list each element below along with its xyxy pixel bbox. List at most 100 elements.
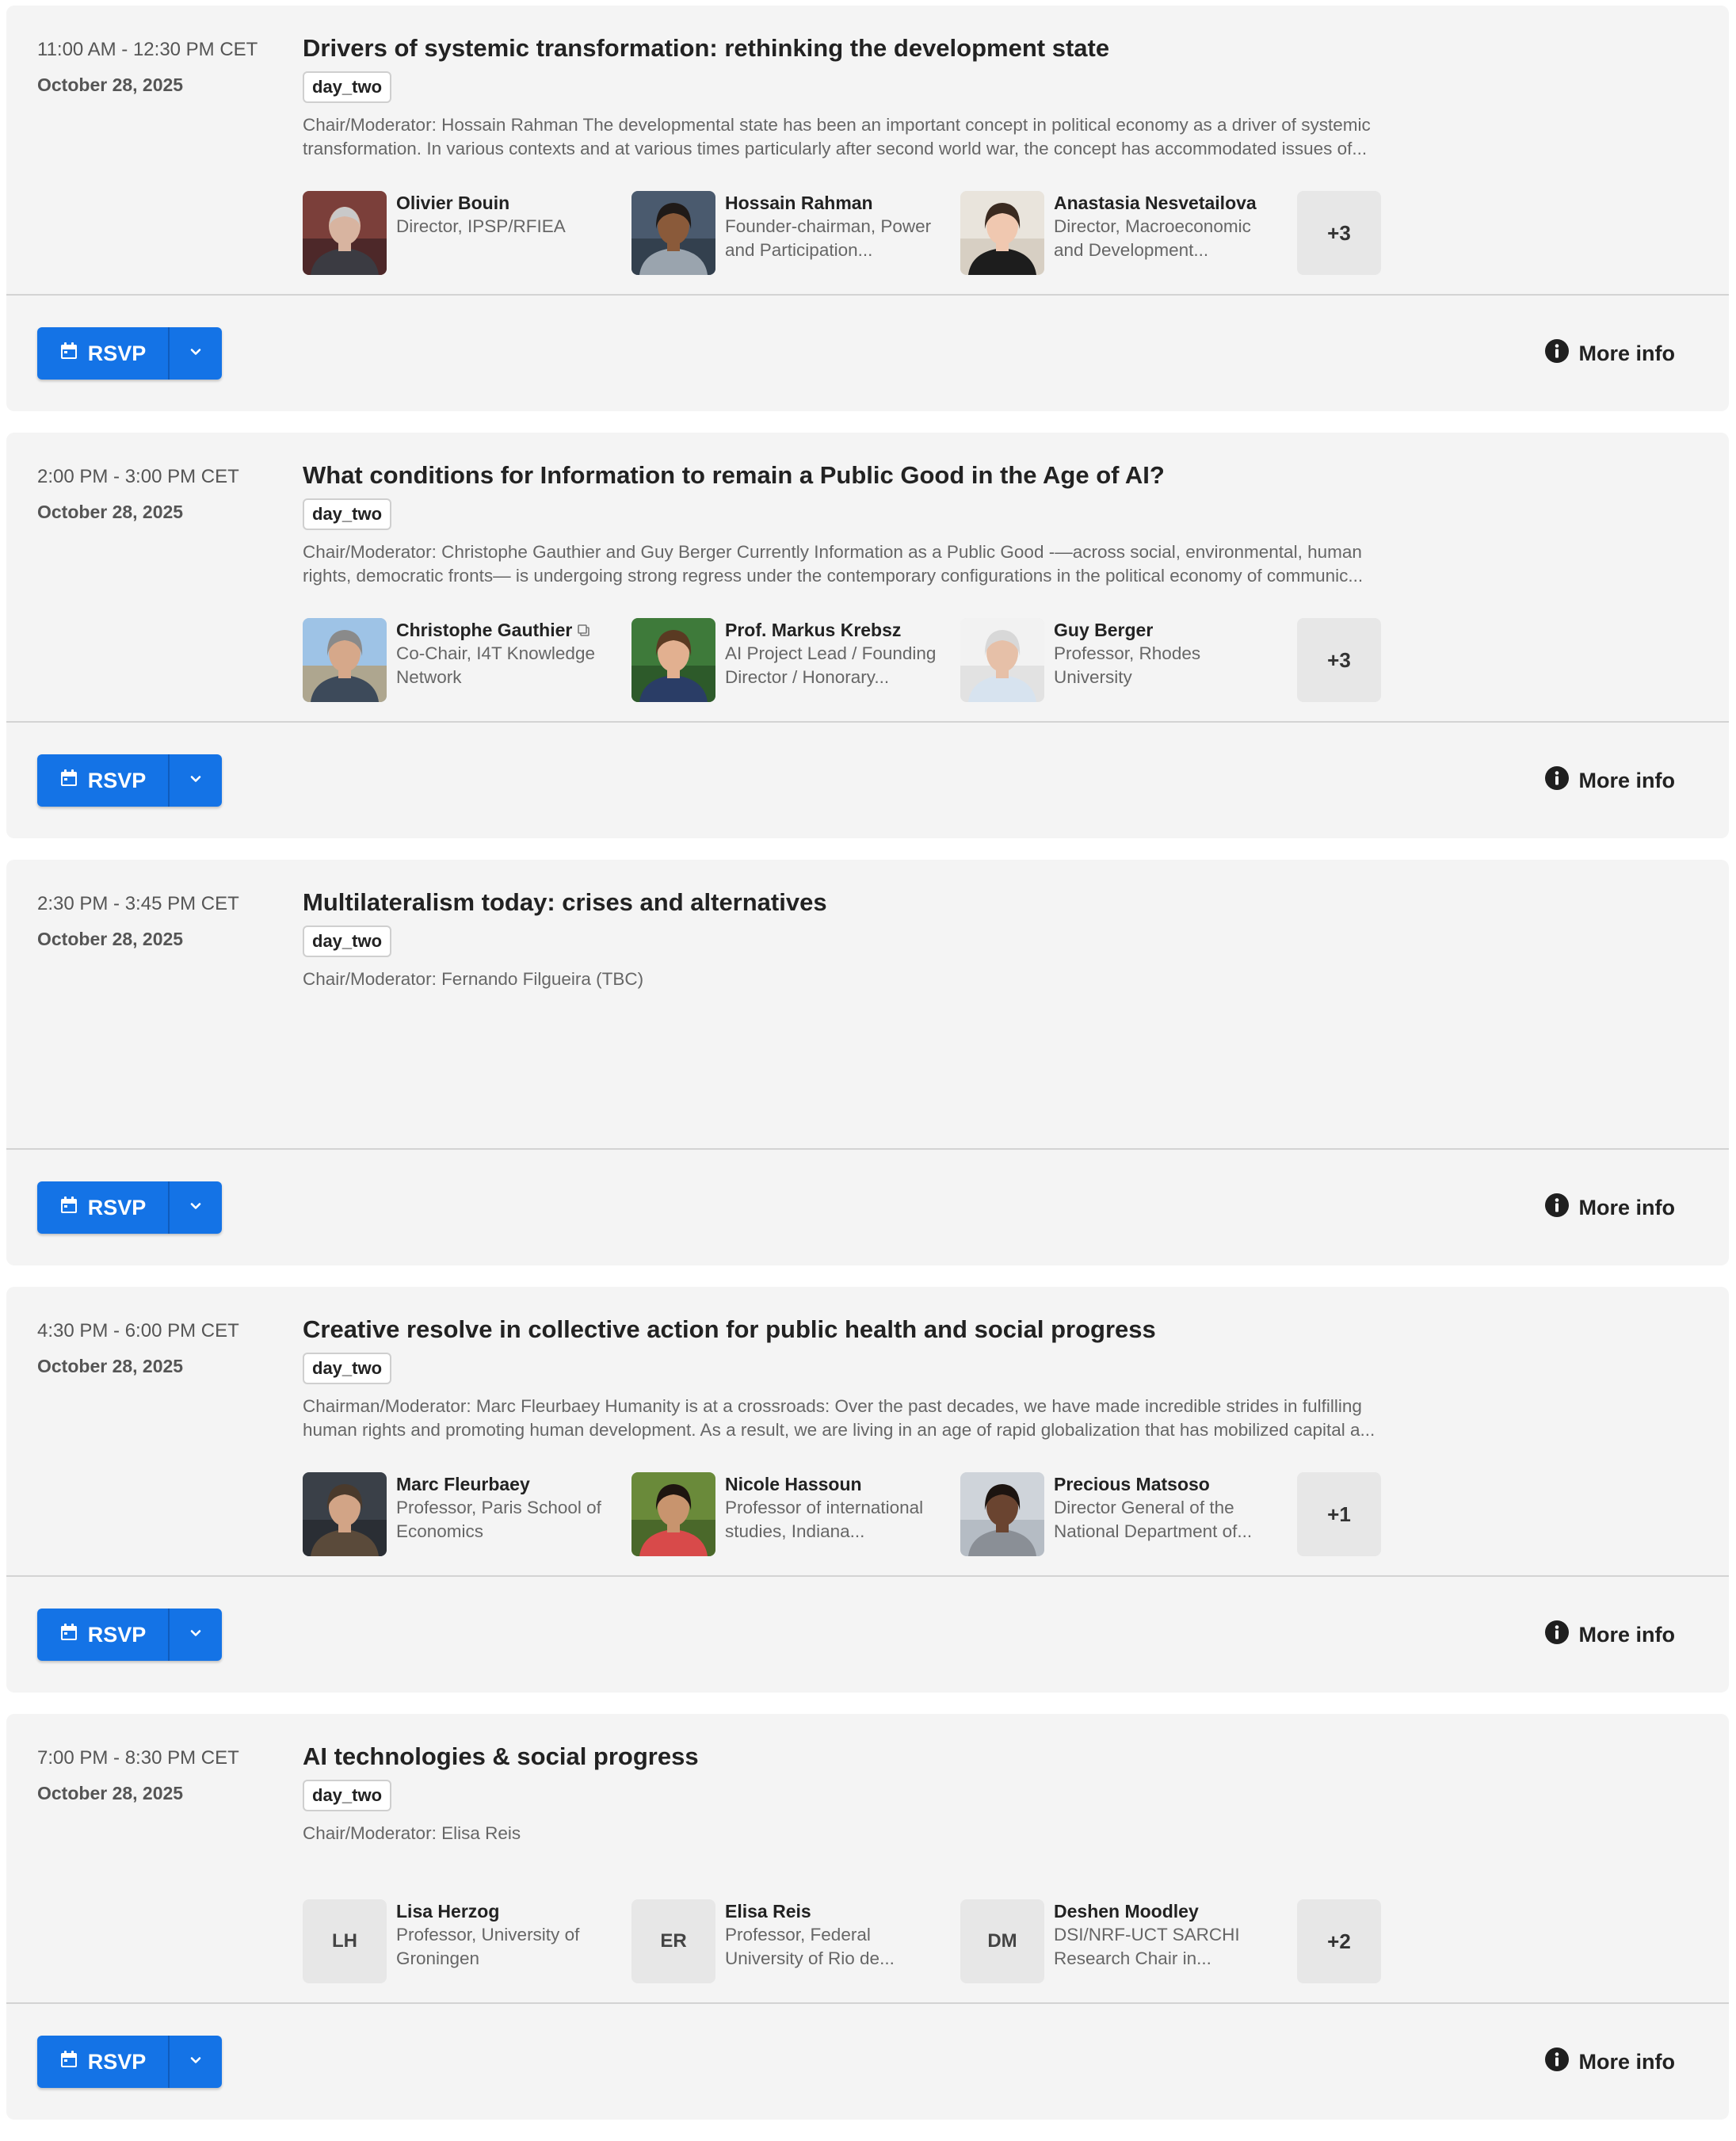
session-description: Chair/Moderator: Fernando Filgueira (TBC…: [303, 969, 644, 989]
session-title[interactable]: What conditions for Information to remai…: [303, 460, 1165, 491]
more-info-label: More info: [1578, 768, 1676, 792]
more-info-button[interactable]: More info: [1544, 2047, 1675, 2076]
rsvp-button-group: RSVP: [37, 327, 222, 380]
speaker-name[interactable]: Marc Fleurbaey: [396, 1474, 530, 1494]
speaker-role: Co-Chair, I4T Knowledge Network: [396, 643, 595, 687]
speaker-role: DSI/NRF-UCT SARCHI Research Chair in...: [1054, 1925, 1240, 1968]
rsvp-button[interactable]: RSVP: [37, 327, 168, 380]
session-card: 11:00 AM - 12:30 PM CET October 28, 2025…: [6, 6, 1729, 411]
speaker-name[interactable]: Precious Matsoso: [1054, 1474, 1210, 1494]
more-speakers-button[interactable]: +3: [1297, 618, 1381, 702]
calendar-icon: [59, 1196, 78, 1220]
speaker[interactable]: Prof. Markus Krebsz AI Project Lead / Fo…: [631, 618, 948, 702]
avatar[interactable]: [303, 618, 387, 702]
speaker-name[interactable]: Anastasia Nesvetailova: [1054, 193, 1257, 213]
session-time: 2:00 PM - 3:00 PM CET: [37, 466, 239, 487]
avatar[interactable]: [631, 618, 715, 702]
avatar[interactable]: [960, 191, 1044, 275]
more-info-button[interactable]: More info: [1544, 765, 1676, 795]
more-info-label: More info: [1578, 1195, 1676, 1219]
speaker[interactable]: Anastasia Nesvetailova Director, Macroec…: [960, 191, 1277, 275]
copy-icon[interactable]: [577, 620, 591, 643]
speaker-list: Olivier Bouin Director, IPSP/RFIEA Hossa…: [303, 191, 1412, 275]
speaker-name[interactable]: Lisa Herzog: [396, 1901, 499, 1922]
info-icon: [1544, 1193, 1570, 1223]
chevron-down-icon: [189, 345, 202, 362]
speaker-name-row: Deshen Moodley: [1054, 1899, 1199, 1923]
more-info-button[interactable]: More info: [1544, 1193, 1676, 1223]
session-time: 2:30 PM - 3:45 PM CET: [37, 893, 239, 914]
session-tag: day_two: [303, 1780, 392, 1811]
avatar[interactable]: [631, 1472, 715, 1556]
rsvp-label: RSVP: [87, 768, 147, 792]
speaker[interactable]: Precious Matsoso Director General of the…: [960, 1472, 1277, 1556]
rsvp-label: RSVP: [87, 1622, 147, 1647]
speaker[interactable]: Christophe Gauthier Co-Chair, I4T Knowle…: [303, 618, 620, 702]
rsvp-button[interactable]: RSVP: [37, 1181, 168, 1234]
more-speakers-button[interactable]: +2: [1297, 1899, 1381, 1983]
calendar-icon: [59, 769, 78, 793]
rsvp-button-group: RSVP: [37, 1609, 222, 1661]
speaker-role: Professor, Federal University of Rio de.…: [725, 1925, 895, 1968]
speaker[interactable]: ER Elisa Reis Professor, Federal Univers…: [631, 1899, 948, 1983]
rsvp-dropdown-button[interactable]: [168, 754, 222, 807]
session-card: 2:00 PM - 3:00 PM CET October 28, 2025 W…: [6, 433, 1729, 838]
rsvp-dropdown-button[interactable]: [168, 327, 222, 380]
session-title[interactable]: AI technologies & social progress: [303, 1741, 699, 1773]
rsvp-dropdown-button[interactable]: [168, 2036, 222, 2088]
avatar[interactable]: ER: [631, 1899, 715, 1983]
speaker[interactable]: Hossain Rahman Founder-chairman, Power a…: [631, 191, 948, 275]
speaker-name[interactable]: Deshen Moodley: [1054, 1901, 1199, 1922]
session-tag: day_two: [303, 1353, 392, 1384]
speaker[interactable]: Marc Fleurbaey Professor, Paris School o…: [303, 1472, 620, 1556]
session-details: 4:30 PM - 6:00 PM CET October 28, 2025 C…: [6, 1287, 1729, 1577]
speaker-name[interactable]: Elisa Reis: [725, 1901, 811, 1922]
more-info-button[interactable]: More info: [1544, 1620, 1676, 1649]
speaker-name[interactable]: Prof. Markus Krebsz: [725, 620, 901, 640]
rsvp-dropdown-button[interactable]: [168, 1181, 222, 1234]
speaker[interactable]: Guy Berger Professor, Rhodes University: [960, 618, 1277, 702]
session-description: Chair/Moderator: Christophe Gauthier and…: [303, 542, 1364, 586]
more-speakers-button[interactable]: +3: [1297, 191, 1381, 275]
avatar[interactable]: DM: [960, 1899, 1044, 1983]
speaker-name-row: Nicole Hassoun: [725, 1472, 862, 1496]
rsvp-button[interactable]: RSVP: [37, 1609, 168, 1661]
avatar[interactable]: LH: [303, 1899, 387, 1983]
avatar[interactable]: [303, 1472, 387, 1556]
speaker-name-row: Hossain Rahman: [725, 191, 873, 215]
avatar[interactable]: [631, 191, 715, 275]
more-info-label: More info: [1578, 341, 1676, 365]
speaker[interactable]: Nicole Hassoun Professor of internationa…: [631, 1472, 948, 1556]
speaker-name[interactable]: Guy Berger: [1054, 620, 1153, 640]
avatar-initials: ER: [660, 1930, 687, 1952]
speaker[interactable]: DM Deshen Moodley DSI/NRF-UCT SARCHI Res…: [960, 1899, 1277, 1983]
speaker-list: LH Lisa Herzog Professor, University of …: [303, 1899, 1412, 1983]
session-details: 2:30 PM - 3:45 PM CET October 28, 2025 M…: [6, 860, 1729, 1150]
avatar[interactable]: [303, 191, 387, 275]
speaker-name[interactable]: Christophe Gauthier: [396, 620, 572, 640]
session-date: October 28, 2025: [37, 502, 184, 522]
session-title[interactable]: Creative resolve in collective action fo…: [303, 1314, 1156, 1345]
speaker-name[interactable]: Nicole Hassoun: [725, 1474, 862, 1494]
avatar[interactable]: [960, 1472, 1044, 1556]
speaker-name-row: Precious Matsoso: [1054, 1472, 1210, 1496]
session-title[interactable]: Multilateralism today: crises and altern…: [303, 887, 827, 918]
rsvp-button[interactable]: RSVP: [37, 754, 168, 807]
rsvp-dropdown-button[interactable]: [168, 1609, 222, 1661]
speaker-name[interactable]: Hossain Rahman: [725, 193, 873, 213]
speaker-role: Director, IPSP/RFIEA: [396, 216, 566, 236]
speaker[interactable]: Olivier Bouin Director, IPSP/RFIEA: [303, 191, 620, 275]
avatar[interactable]: [960, 618, 1044, 702]
speaker[interactable]: LH Lisa Herzog Professor, University of …: [303, 1899, 620, 1983]
more-speakers-button[interactable]: +1: [1297, 1472, 1381, 1556]
rsvp-label: RSVP: [87, 1195, 147, 1219]
session-card: 4:30 PM - 6:00 PM CET October 28, 2025 C…: [6, 1287, 1729, 1693]
session-date: October 28, 2025: [37, 1783, 184, 1803]
more-info-button[interactable]: More info: [1544, 338, 1676, 368]
chevron-down-icon: [189, 1200, 202, 1216]
rsvp-button-group: RSVP: [37, 2036, 222, 2088]
session-title[interactable]: Drivers of systemic transformation: reth…: [303, 32, 1109, 64]
speaker-name[interactable]: Olivier Bouin: [396, 193, 509, 213]
rsvp-button[interactable]: RSVP: [37, 2036, 168, 2088]
more-info-label: More info: [1578, 1622, 1676, 1647]
